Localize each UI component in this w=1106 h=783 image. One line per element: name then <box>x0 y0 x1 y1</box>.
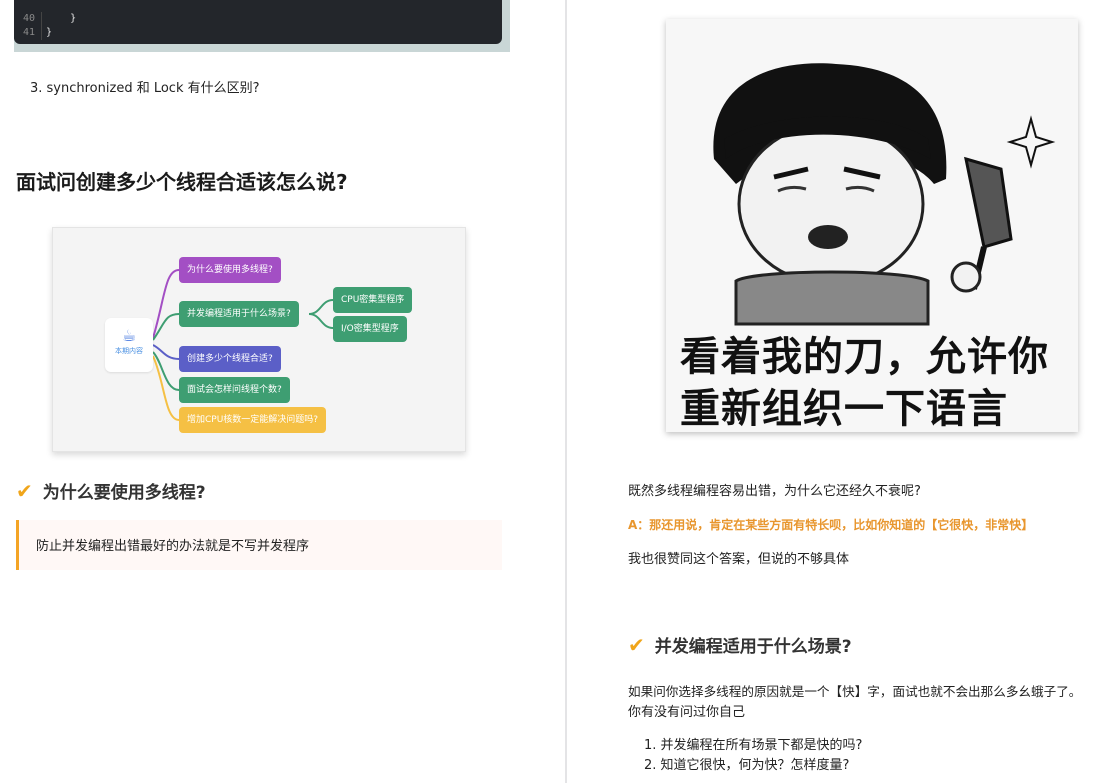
code-line-numbers: 40 41 <box>14 12 42 40</box>
mindmap-center: ☕ 本期内容 <box>105 318 153 372</box>
mindmap-center-label: 本期内容 <box>115 347 143 355</box>
mindmap-image: ☕ 本期内容 为什么要使用多线程? 并发编程适用于什么场景? CPU密集型程序 … <box>52 227 466 452</box>
checkmark-icon: ✔ <box>16 479 33 503</box>
answer-text: A：那还用说，肯定在某些方面有特长呗，比如你知道的【它很快，非常快】 <box>628 518 1034 532</box>
paragraph: 你有没有问过你自己 <box>628 705 746 720</box>
mindmap-node: 为什么要使用多线程? <box>179 257 281 283</box>
subsection-title-why-multithread: ✔ 为什么要使用多线程? <box>16 478 206 503</box>
mindmap-node: CPU密集型程序 <box>333 287 413 313</box>
code-block[interactable]: 40 41 } } <box>14 0 502 44</box>
paragraph: 如果问你选择多线程的原因就是一个【快】字，面试也就不会出那么多幺蛾子了。 <box>628 684 1082 699</box>
blockquote-text: 防止并发编程出错最好的办法就是不写并发程序 <box>36 539 310 554</box>
blockquote: 防止并发编程出错最好的办法就是不写并发程序 <box>16 520 502 570</box>
list-item: 1. 并发编程在所有场景下都是快的吗? <box>644 738 863 753</box>
subsection-title-text: 为什么要使用多线程? <box>42 483 206 503</box>
meme-caption-line: 重新组织一下语言 <box>680 386 1008 432</box>
code-text: } } <box>46 12 76 40</box>
code-line: } <box>46 27 53 38</box>
ordered-list: 1. 并发编程在所有场景下都是快的吗? 2. 知道它很快，何为快？怎样度量? <box>644 736 862 776</box>
mindmap-node: 并发编程适用于什么场景? <box>179 301 299 327</box>
mindmap-node: 面试会怎样问线程个数? <box>179 377 290 403</box>
meme-image: 看着我的刀，允许你 重新组织一下语言 <box>666 19 1078 432</box>
mindmap-node: 增加CPU核数一定能解决问题吗? <box>179 407 327 433</box>
mindmap-node: I/O密集型程序 <box>333 316 407 342</box>
meme-caption-line: 看着我的刀，允许你 <box>680 334 1049 380</box>
code-line: } <box>46 13 77 24</box>
mindmap-node: 创建多少个线程合适? <box>179 346 281 372</box>
subsection-title-text: 并发编程适用于什么场景? <box>654 637 852 657</box>
coffee-cup-icon: ☕ <box>121 326 137 345</box>
paragraph: 既然多线程编程容易出错，为什么它还经久不衰呢? <box>628 484 921 499</box>
line-number: 40 <box>22 13 35 24</box>
section-title: 面试问创建多少个线程合适该怎么说? <box>16 170 348 194</box>
line-number: 41 <box>22 27 35 38</box>
list-item: 2. 知道它很快，何为快？怎样度量? <box>644 758 850 773</box>
code-block-container: 40 41 } } <box>14 0 510 52</box>
checkmark-icon: ✔ <box>628 633 645 657</box>
meme-caption: 看着我的刀，允许你 重新组织一下语言 <box>680 331 1049 432</box>
paragraph: 我也很赞同这个答案，但说的不够具体 <box>628 552 850 567</box>
subsection-title-scenarios: ✔ 并发编程适用于什么场景? <box>628 632 852 657</box>
question-3: 3. synchronized 和 Lock 有什么区别? <box>30 81 260 96</box>
